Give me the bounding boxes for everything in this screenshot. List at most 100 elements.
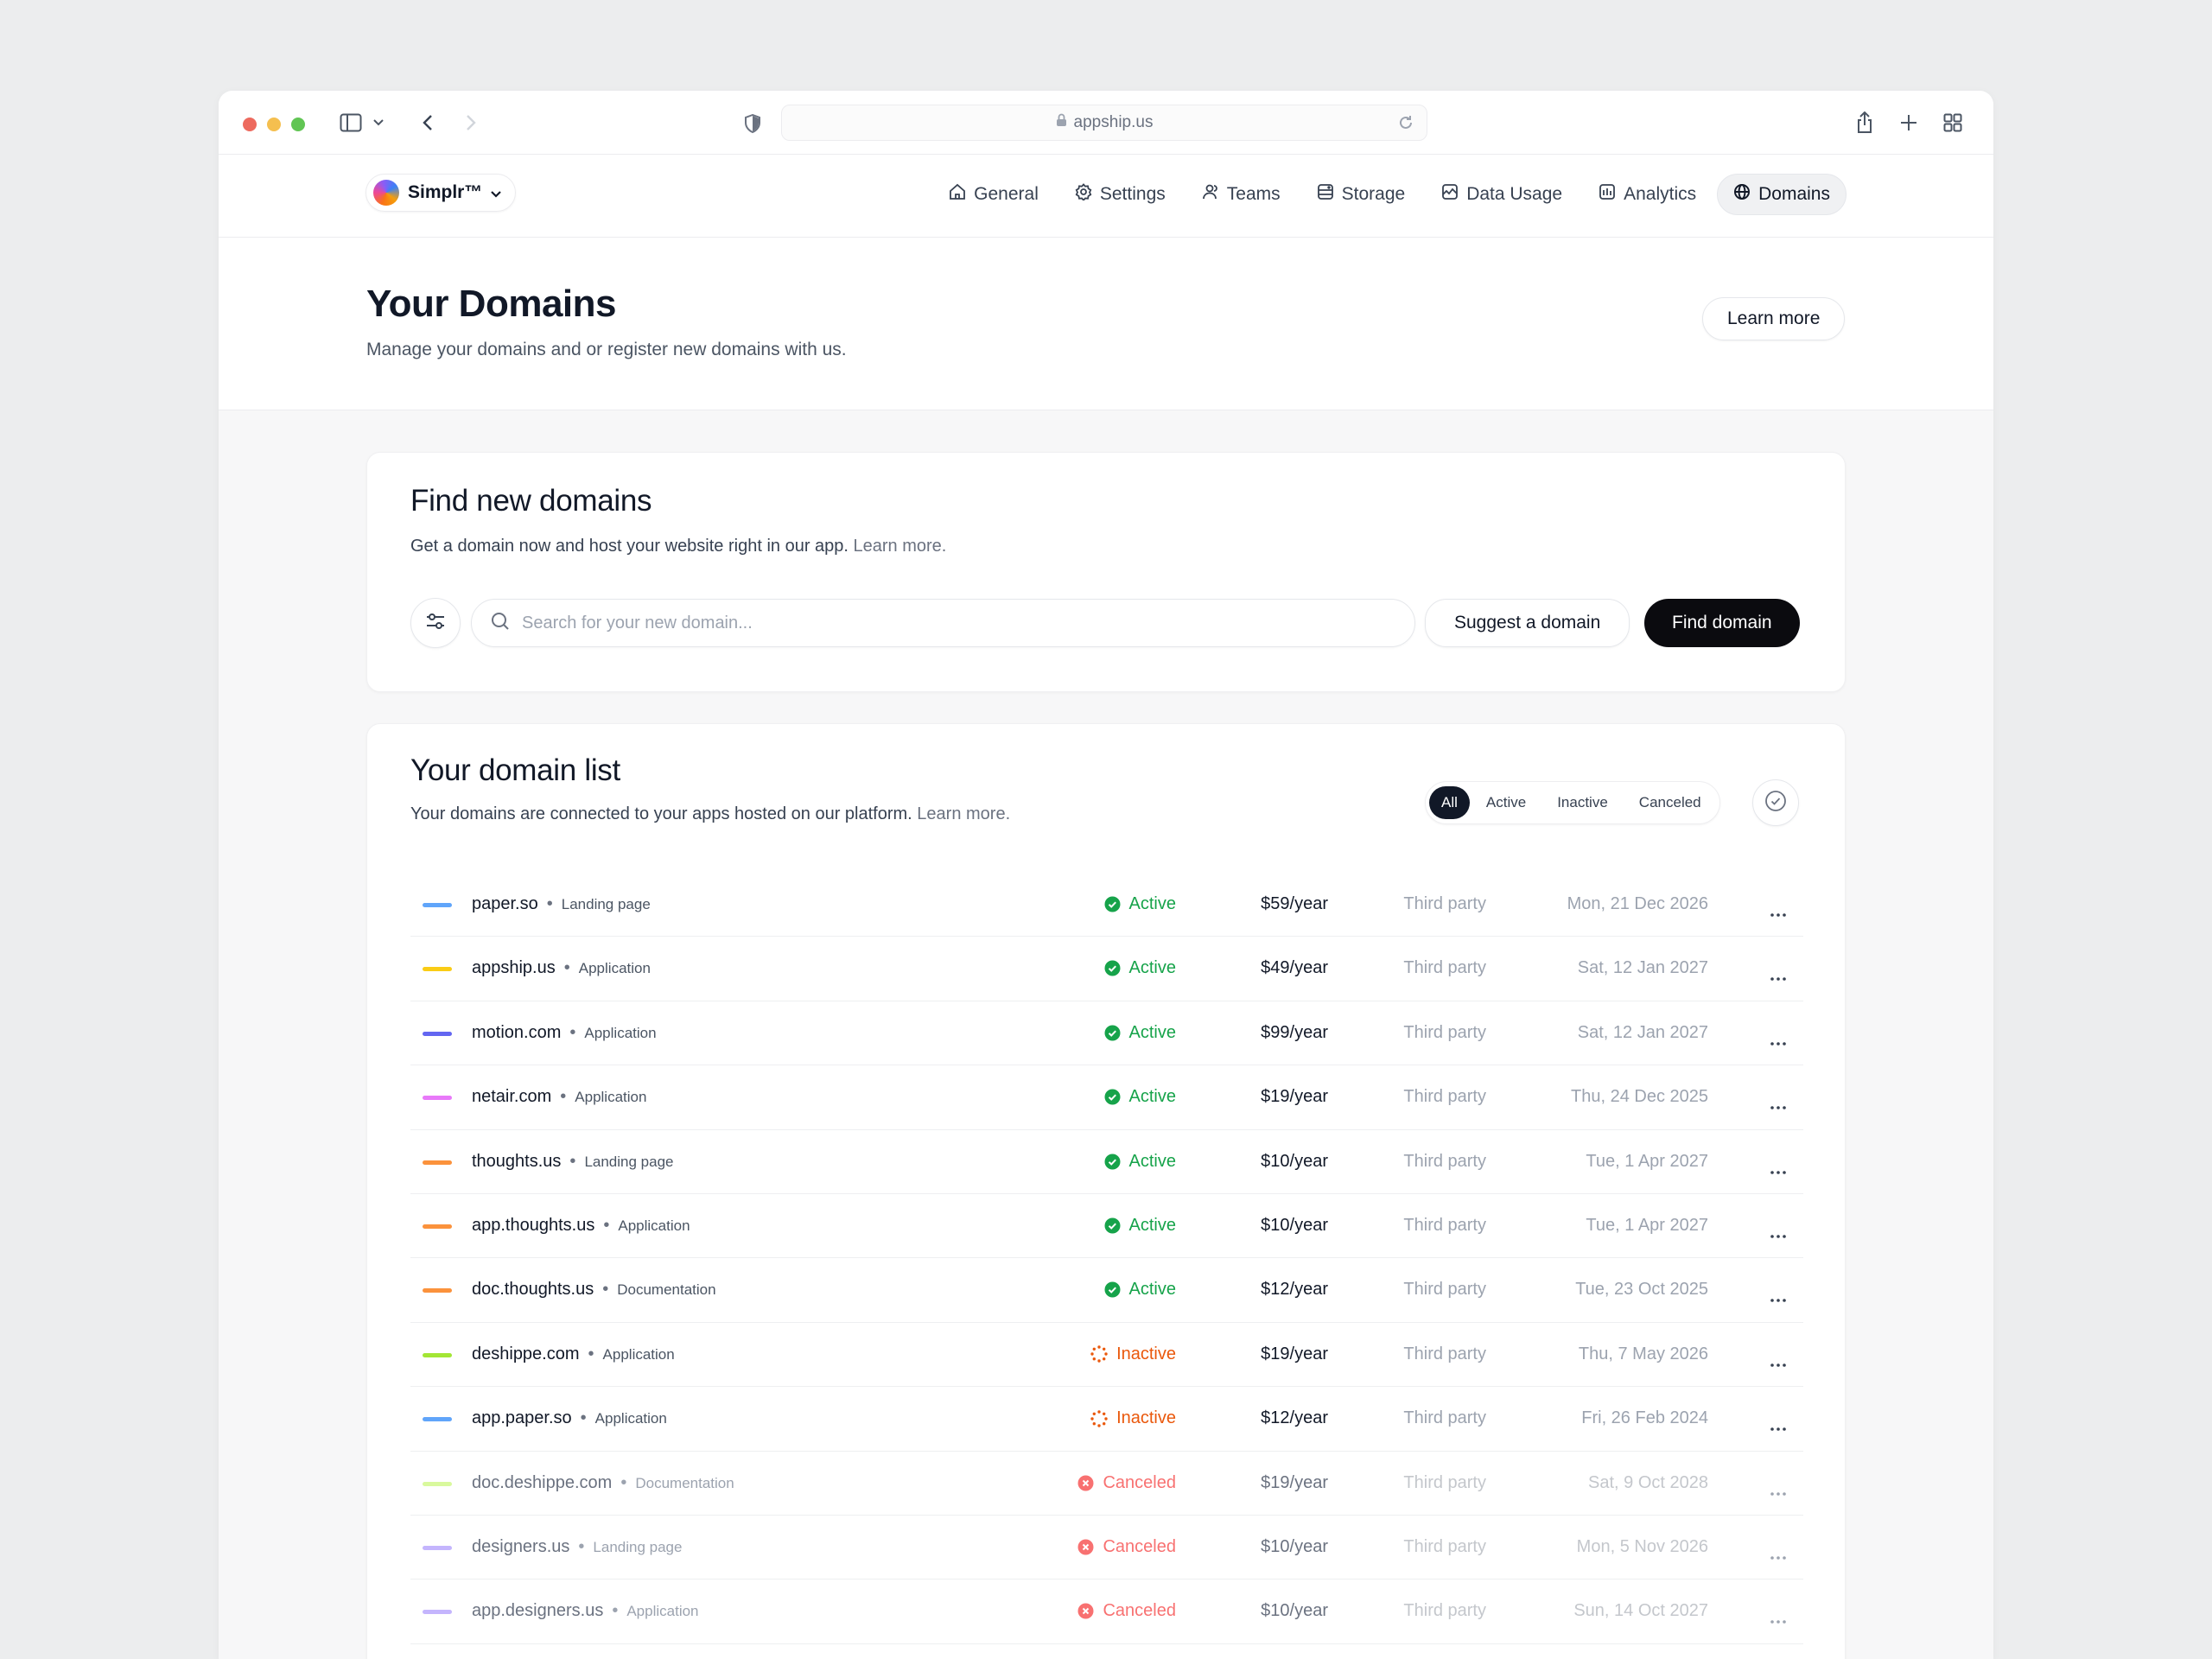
forward-arrow-icon[interactable]: [461, 111, 481, 134]
learn-more-button[interactable]: Learn more: [1702, 297, 1846, 340]
domain-name[interactable]: doc.deshippe.com: [472, 1473, 612, 1492]
table-row[interactable]: appship.us • Application Active $49/year Thir…: [410, 937, 1803, 1001]
more-options-icon[interactable]: [1770, 1481, 1786, 1501]
zoom-window-button[interactable]: [291, 118, 305, 131]
shield-icon[interactable]: [742, 112, 763, 135]
tab-overview-icon[interactable]: [1942, 112, 1963, 133]
more-options-icon[interactable]: [1770, 1416, 1786, 1436]
nav-teams[interactable]: Teams: [1186, 174, 1296, 215]
status-badge: Inactive: [1090, 1344, 1176, 1364]
nav-analytics[interactable]: Analytics: [1583, 174, 1712, 215]
color-indicator: [423, 1224, 452, 1229]
domain-name[interactable]: app.designers.us: [472, 1601, 603, 1620]
domain-type: Landing page: [584, 1153, 674, 1170]
status-label: Inactive: [1116, 1408, 1176, 1428]
nav-settings[interactable]: Settings: [1059, 174, 1181, 215]
back-arrow-icon[interactable]: [417, 111, 438, 134]
separator-dot: •: [620, 1472, 627, 1492]
more-options-icon[interactable]: [1770, 1545, 1786, 1565]
price: $19/year: [1261, 1344, 1328, 1363]
table-row[interactable]: deshippe.com • Application Inactive $19/year…: [410, 1323, 1803, 1388]
more-options-icon[interactable]: [1770, 1224, 1786, 1243]
domain-name[interactable]: paper.so: [472, 894, 538, 913]
address-bar[interactable]: appship.us: [781, 105, 1427, 141]
domain-name[interactable]: app.thoughts.us: [472, 1216, 594, 1235]
separator-dot: •: [603, 1215, 610, 1235]
nav-label: Domains: [1758, 184, 1830, 204]
domain-name[interactable]: designers.us: [472, 1537, 569, 1556]
table-row[interactable]: paper.so • Landing page Active $59/year Third…: [410, 873, 1803, 938]
filter-all[interactable]: All: [1429, 786, 1470, 819]
filter-button[interactable]: [410, 598, 461, 648]
renewal-date: Fri, 26 Feb 2024: [1581, 1408, 1708, 1428]
minimize-window-button[interactable]: [267, 118, 281, 131]
domain-name[interactable]: thoughts.us: [472, 1152, 561, 1171]
table-row[interactable]: app.thoughts.us • Application Active $10/yea…: [410, 1194, 1803, 1259]
suggest-domain-button[interactable]: Suggest a domain: [1425, 599, 1630, 647]
more-options-icon[interactable]: [1770, 1287, 1786, 1307]
new-tab-icon[interactable]: [1898, 112, 1919, 133]
domain-name[interactable]: doc.thoughts.us: [472, 1280, 594, 1299]
color-indicator: [423, 1545, 452, 1550]
domain-name[interactable]: deshippe.com: [472, 1344, 580, 1363]
filter-inactive[interactable]: Inactive: [1542, 786, 1623, 819]
domain-name[interactable]: netair.com: [472, 1087, 551, 1106]
table-row[interactable]: doc.thoughts.us • Documentation Active $12/y…: [410, 1258, 1803, 1323]
more-options-icon[interactable]: [1770, 902, 1786, 922]
domain-type: Application: [578, 960, 651, 977]
learn-more-link[interactable]: Learn more.: [917, 804, 1010, 823]
domain-name[interactable]: motion.com: [472, 1023, 561, 1042]
domain-name[interactable]: appship.us: [472, 958, 556, 977]
renewal-date: Mon, 21 Dec 2026: [1567, 894, 1708, 913]
domain-name[interactable]: app.paper.so: [472, 1408, 572, 1427]
chevron-down-icon[interactable]: [372, 117, 385, 129]
home-icon: [949, 183, 966, 206]
nav-data-usage[interactable]: Data Usage: [1426, 174, 1578, 215]
learn-more-link[interactable]: Learn more.: [854, 537, 947, 556]
nav-label: Data Usage: [1466, 184, 1563, 204]
search-input[interactable]: [522, 613, 1300, 633]
sidebar-toggle-icon[interactable]: [339, 111, 363, 134]
status-label: Canceled: [1103, 1472, 1176, 1492]
status-badge: Active: [1104, 1152, 1176, 1172]
more-options-icon[interactable]: [1770, 966, 1786, 986]
status-badge: Active: [1104, 1023, 1176, 1043]
more-options-icon[interactable]: [1770, 1609, 1786, 1629]
browser-window: appship.us Simplr™ General Settings Team…: [219, 91, 1993, 1659]
price: $10/year: [1261, 1601, 1328, 1621]
check-circle-icon: [1104, 1025, 1121, 1041]
find-domain-button[interactable]: Find domain: [1644, 599, 1800, 647]
close-window-button[interactable]: [243, 118, 257, 131]
nav-label: Storage: [1341, 184, 1406, 204]
table-row[interactable]: app.paper.so • Application Inactive $12/year…: [410, 1387, 1803, 1452]
provider: Third party: [1403, 1472, 1486, 1492]
more-options-icon[interactable]: [1770, 1352, 1786, 1372]
nav-domains[interactable]: Domains: [1717, 174, 1847, 215]
separator-dot: •: [563, 958, 570, 978]
more-options-icon[interactable]: [1770, 1160, 1786, 1179]
domain-search[interactable]: [471, 599, 1415, 647]
globe-icon: [1733, 183, 1751, 206]
table-row[interactable]: motion.com • Application Active $99/year Thir…: [410, 1001, 1803, 1066]
find-domains-card: Find new domains Get a domain now and ho…: [366, 452, 1846, 692]
table-row[interactable]: netair.com • Application Active $19/year Thir…: [410, 1065, 1803, 1130]
workspace-switcher[interactable]: Simplr™: [365, 174, 517, 212]
filter-active[interactable]: Active: [1471, 786, 1541, 819]
more-options-icon[interactable]: [1770, 1095, 1786, 1115]
table-row[interactable]: designers.us • Landing page Canceled $10/yea…: [410, 1516, 1803, 1580]
nav-storage[interactable]: Storage: [1301, 174, 1421, 215]
nav-general[interactable]: General: [933, 174, 1054, 215]
table-row[interactable]: thoughts.us • Landing page Active $10/year Th…: [410, 1130, 1803, 1194]
table-row[interactable]: doc.deshippe.com • Documentation Canceled $1…: [410, 1452, 1803, 1516]
price: $99/year: [1261, 1022, 1328, 1042]
status-filter: All Active Inactive Canceled: [1425, 781, 1720, 824]
table-row[interactable]: app.designers.us • Application Canceled $10/…: [410, 1580, 1803, 1644]
url-text: appship.us: [1073, 113, 1154, 131]
price: $10/year: [1261, 1151, 1328, 1171]
status-label: Active: [1128, 1022, 1176, 1042]
reload-icon[interactable]: [1397, 114, 1414, 137]
select-all-button[interactable]: [1752, 779, 1799, 826]
more-options-icon[interactable]: [1770, 1031, 1786, 1051]
filter-canceled[interactable]: Canceled: [1624, 786, 1716, 819]
share-icon[interactable]: [1854, 110, 1875, 136]
